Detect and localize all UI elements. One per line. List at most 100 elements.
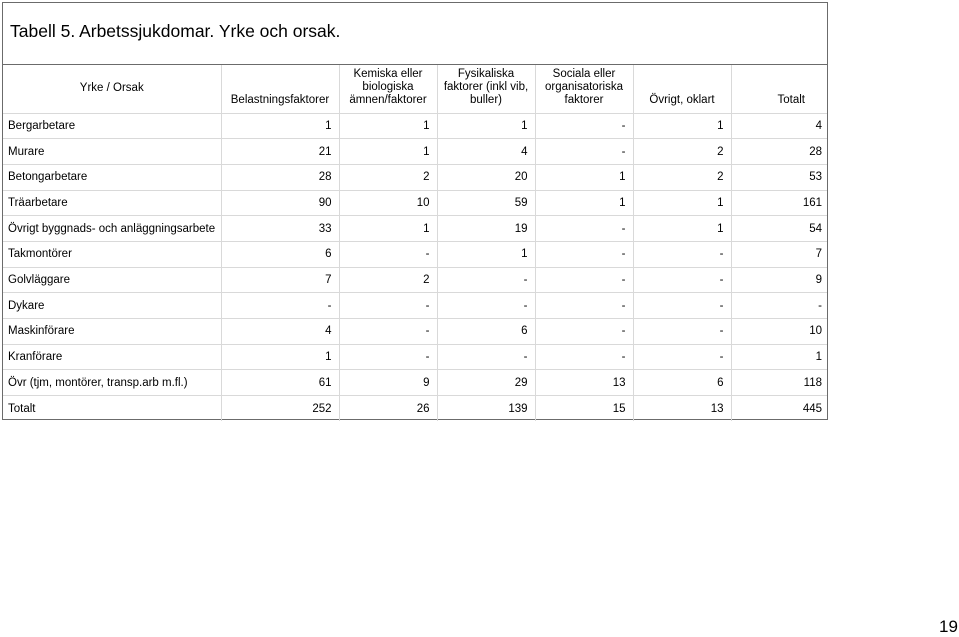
value-fysikaliska-cell: -: [437, 292, 536, 319]
value-ovrigt-cell: -: [633, 318, 732, 345]
row-label: Golvläggare: [3, 266, 222, 293]
value-totalt-cell: 54: [731, 215, 827, 242]
value-ovrigt-cell: 1: [633, 215, 732, 242]
table-title: Tabell 5. Arbetssjukdomar. Yrke och orsa…: [10, 21, 341, 41]
value-belastning-cell: 252: [221, 395, 340, 422]
value-totalt-cell: 445: [731, 395, 827, 422]
value-kemiska-cell: 2: [339, 163, 438, 191]
column-header-kemiska: Kemiska eller biologiska ämnen/faktorer: [339, 65, 438, 113]
row-label: Totalt: [3, 395, 222, 422]
value-ovrigt-cell: -: [633, 292, 732, 319]
table-body: Bergarbetare 1 1 1-1 4 Murare 21 1 4-2 28 Betongar…: [3, 112, 827, 422]
value-totalt-cell: 161: [731, 189, 827, 216]
column-header-sociala: Sociala eller organisatoriska faktorer: [535, 65, 634, 113]
value-kemiska-cell: -: [339, 318, 438, 345]
value-ovrigt-cell: 13: [633, 395, 732, 422]
value-ovrigt-cell: 6: [633, 369, 732, 396]
value-totalt-cell: 7: [731, 240, 827, 268]
table-row: Kranförare 1- - - -1: [3, 343, 827, 370]
value-belastning-cell: 1: [221, 112, 340, 139]
table-row: Takmontörer 6-1- -7: [3, 240, 827, 268]
value-fysikaliska-cell: 4: [437, 138, 536, 165]
value-fysikaliska-cell: 6: [437, 318, 536, 345]
column-header-fysikaliska: Fysikaliska faktorer (inkl vib, buller): [437, 65, 536, 113]
value-kemiska-cell: 2: [339, 266, 438, 293]
value-fysikaliska-cell: 20: [437, 163, 536, 191]
row-label: Övrigt byggnads- och anläggningsarbete: [3, 215, 222, 242]
table-row: Övr (tjm, montörer, transp.arb m.fl.) 61 9…: [3, 369, 827, 396]
value-ovrigt-cell: 1: [633, 112, 732, 139]
value-belastning-cell: 7: [221, 266, 340, 293]
value-sociala-cell: -: [535, 138, 634, 165]
value-kemiska-cell: 26: [339, 395, 438, 422]
value-kemiska-cell: 1: [339, 138, 438, 165]
value-sociala-cell: 1: [535, 163, 634, 191]
value-kemiska-cell: 1: [339, 112, 438, 139]
value-kemiska-cell: 9: [339, 369, 438, 396]
value-fysikaliska-cell: 29: [437, 369, 536, 396]
value-kemiska-cell: -: [339, 343, 438, 370]
value-sociala-cell: 13: [535, 369, 634, 396]
row-label: Takmontörer: [3, 240, 222, 268]
value-kemiska-cell: -: [339, 240, 438, 268]
value-ovrigt-cell: 2: [633, 138, 732, 165]
value-fysikaliska-cell: 59: [437, 189, 536, 216]
title-bar: Tabell 5. Arbetssjukdomar. Yrke och orsa…: [3, 3, 827, 65]
value-ovrigt-cell: 2: [633, 163, 732, 191]
value-fysikaliska-cell: 139: [437, 395, 536, 422]
table-row: Träarbetare 90 10 59 1 1 161: [3, 189, 827, 216]
row-label: Dykare: [3, 292, 222, 319]
value-belastning-cell: 28: [221, 163, 340, 191]
value-ovrigt-cell: 1: [633, 189, 732, 216]
row-label: Maskinförare: [3, 318, 222, 345]
value-belastning-cell: 1: [221, 343, 340, 370]
value-fysikaliska-cell: 1: [437, 112, 536, 139]
table-row: Övrigt byggnads- och anläggningsarbete 33…: [3, 215, 827, 242]
data-table: Yrke / Orsak Belastningsfaktorer Kemiska…: [3, 65, 827, 422]
column-header-ovrigt: Övrigt, oklart: [633, 65, 732, 113]
value-fysikaliska-cell: -: [437, 343, 536, 370]
value-totalt-cell: 28: [731, 138, 827, 165]
value-belastning-cell: -: [221, 292, 340, 319]
row-label: Bergarbetare: [3, 112, 222, 139]
value-totalt-cell: 9: [731, 266, 827, 293]
value-kemiska-cell: 10: [339, 189, 438, 216]
value-belastning-cell: 61: [221, 369, 340, 396]
table-row: Dykare - - - - - -: [3, 292, 827, 319]
row-label: Kranförare: [3, 343, 222, 370]
value-sociala-cell: -: [535, 266, 634, 293]
table-row: Maskinförare 4-6- -10: [3, 318, 827, 345]
table-row: Golvläggare 7 2- - -9: [3, 266, 827, 293]
table-row: Totalt 252 26 139 15 13 445: [3, 395, 827, 422]
value-sociala-cell: -: [535, 292, 634, 319]
table-row: Betongarbetare 28 2 20 1 2 53: [3, 163, 827, 191]
row-label: Murare: [3, 138, 222, 165]
value-fysikaliska-cell: 1: [437, 240, 536, 268]
value-sociala-cell: -: [535, 215, 634, 242]
value-sociala-cell: 15: [535, 395, 634, 422]
value-sociala-cell: -: [535, 112, 634, 139]
value-fysikaliska-cell: -: [437, 266, 536, 293]
row-label: Träarbetare: [3, 189, 222, 216]
value-kemiska-cell: -: [339, 292, 438, 319]
value-totalt-cell: 1: [731, 343, 827, 370]
value-belastning-cell: 6: [221, 240, 340, 268]
value-belastning-cell: 21: [221, 138, 340, 165]
value-totalt-cell: 4: [731, 112, 827, 139]
value-sociala-cell: -: [535, 318, 634, 345]
value-ovrigt-cell: -: [633, 240, 732, 268]
column-header-yrke-orsak: Yrke / Orsak: [3, 65, 222, 113]
header-row: Yrke / Orsak Belastningsfaktorer Kemiska…: [3, 65, 827, 113]
row-label: Betongarbetare: [3, 163, 222, 191]
value-ovrigt-cell: -: [633, 343, 732, 370]
value-belastning-cell: 33: [221, 215, 340, 242]
value-sociala-cell: 1: [535, 189, 634, 216]
value-belastning-cell: 90: [221, 189, 340, 216]
value-sociala-cell: -: [535, 240, 634, 268]
value-fysikaliska-cell: 19: [437, 215, 536, 242]
row-label: Övr (tjm, montörer, transp.arb m.fl.): [3, 369, 222, 396]
value-totalt-cell: 53: [731, 163, 827, 191]
column-header-totalt: Totalt: [777, 93, 806, 106]
value-totalt-cell: 118: [731, 369, 827, 396]
value-kemiska-cell: 1: [339, 215, 438, 242]
